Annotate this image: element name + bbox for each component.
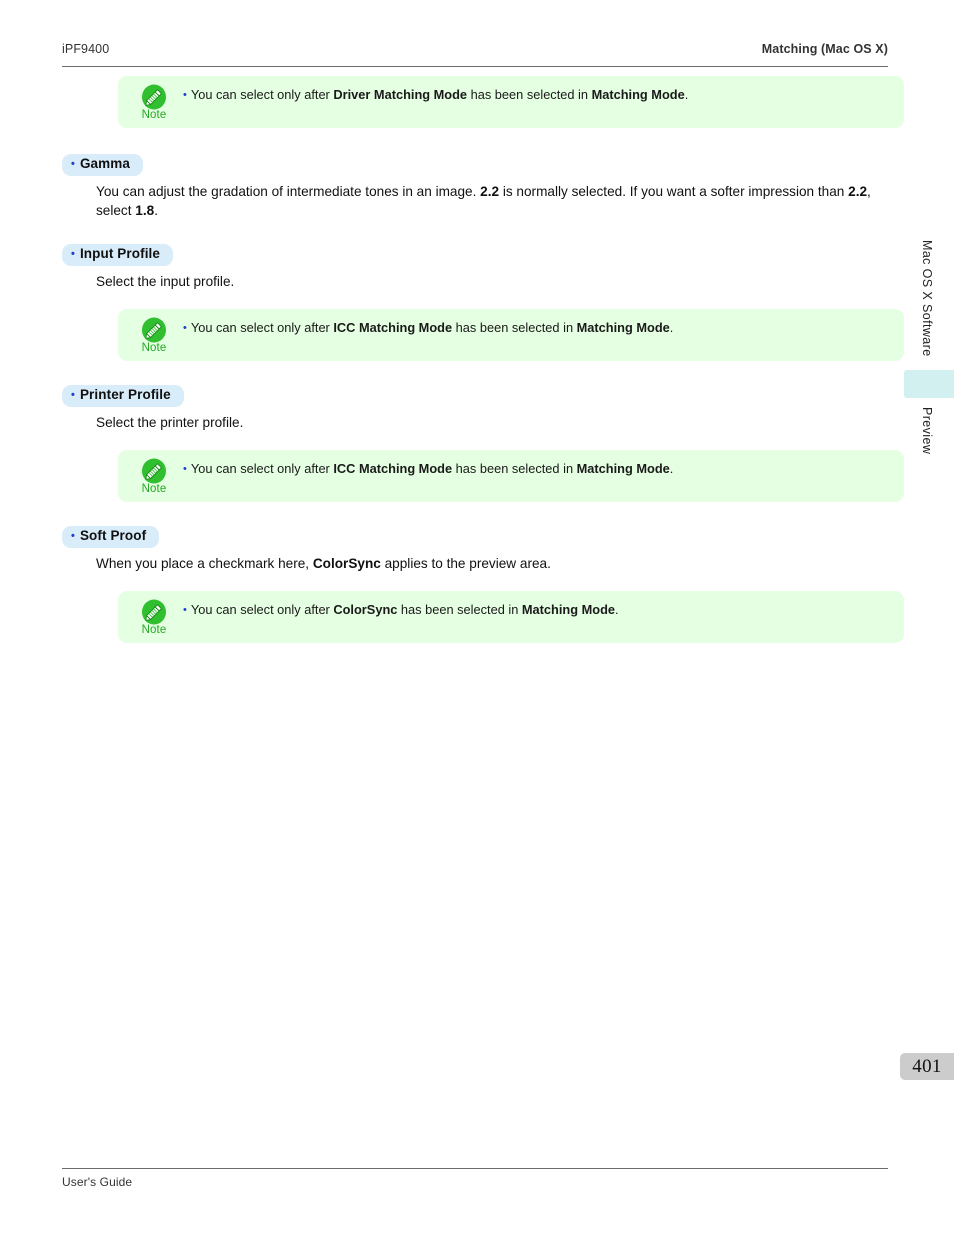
section-heading-label: Printer Profile bbox=[79, 387, 171, 402]
section-heading-label: Gamma bbox=[79, 156, 130, 171]
note-bullet-icon: • bbox=[183, 604, 187, 616]
section-heading-label: Soft Proof bbox=[79, 528, 147, 543]
note-text-part-3: . bbox=[669, 461, 674, 476]
note-text-bold-2: Matching Mode bbox=[591, 87, 685, 102]
heading-bullet-icon: • bbox=[71, 530, 75, 542]
note-text: • You can select only after ICC Matching … bbox=[183, 459, 894, 479]
body-text: . bbox=[154, 203, 158, 218]
section-body-text: When you place a checkmark here, ColorSy… bbox=[96, 554, 871, 573]
body-text: Select the input profile. bbox=[96, 274, 235, 289]
heading-bullet-icon: • bbox=[71, 158, 75, 170]
note-label: Note bbox=[141, 342, 167, 354]
document-page: iPF9400 Matching (Mac OS X) Note • You c… bbox=[0, 0, 954, 1235]
header-model-name: iPF9400 bbox=[62, 42, 110, 56]
section-body-text: Select the input profile. bbox=[96, 272, 871, 291]
doc-section: • Printer Profile Select the printer profi… bbox=[62, 385, 904, 502]
note-text-bold-2: Matching Mode bbox=[521, 602, 616, 617]
page-content: Note • You can select only after Driver M… bbox=[62, 76, 904, 643]
note-text-part-3: . bbox=[669, 320, 674, 335]
body-text: is normally selected. If you want a soft… bbox=[499, 184, 849, 199]
section-heading-label: Input Profile bbox=[79, 246, 160, 261]
doc-section: • Gamma You can adjust the gradation of in… bbox=[62, 154, 888, 220]
side-tab-bar: Mac OS X Software Preview bbox=[894, 0, 954, 1235]
note-label: Note bbox=[141, 109, 167, 121]
note-pencil-icon bbox=[142, 458, 166, 484]
emphasis-text: 1.8 bbox=[135, 203, 155, 218]
page-header: iPF9400 Matching (Mac OS X) bbox=[62, 42, 888, 64]
section-heading-input-profile: • Input Profile bbox=[62, 244, 173, 266]
note-text: • You can select only after ICC Matching … bbox=[183, 318, 894, 338]
footer-label: User's Guide bbox=[62, 1175, 133, 1189]
note-text-bold-1: ICC Matching Mode bbox=[333, 461, 453, 476]
section-heading-soft-proof: • Soft Proof bbox=[62, 526, 160, 548]
note-text-part-2: has been selected in bbox=[467, 87, 592, 102]
note-text-bold-2: Matching Mode bbox=[576, 320, 670, 335]
note-pencil-icon bbox=[142, 317, 166, 343]
note-text-part-2: has been selected in bbox=[452, 320, 577, 335]
note-label: Note bbox=[141, 624, 167, 636]
body-text: When you place a checkmark here, bbox=[96, 556, 313, 571]
emphasis-text: 2.2 bbox=[848, 184, 868, 199]
note-text-part-3: . bbox=[615, 602, 619, 617]
note-box-top: Note • You can select only after Driver M… bbox=[118, 76, 904, 128]
header-section-title: Matching (Mac OS X) bbox=[761, 42, 888, 56]
section-heading-printer-profile: • Printer Profile bbox=[62, 385, 184, 407]
note-text: • You can select only after Driver Matchi… bbox=[183, 85, 894, 105]
note-text-part-1: You can select only after bbox=[190, 320, 334, 335]
footer-divider bbox=[62, 1168, 888, 1169]
side-tab-highlight-preview[interactable] bbox=[904, 370, 954, 398]
body-text: Select the printer profile. bbox=[96, 415, 244, 430]
heading-bullet-icon: • bbox=[71, 248, 75, 260]
emphasis-text: 2.2 bbox=[480, 184, 500, 199]
doc-section: • Soft Proof When you place a checkmark he… bbox=[62, 526, 904, 643]
body-text: applies to the preview area. bbox=[380, 556, 551, 571]
note-icon-group: Note bbox=[135, 458, 173, 496]
emphasis-text: ColorSync bbox=[312, 556, 381, 571]
note-text-bold-1: ICC Matching Mode bbox=[333, 320, 453, 335]
section-heading-gamma: • Gamma bbox=[62, 154, 143, 176]
note-bullet-icon: • bbox=[183, 89, 187, 101]
note-box: Note • You can select only after ICC Match… bbox=[118, 450, 904, 502]
note-bullet-icon: • bbox=[183, 463, 187, 475]
heading-bullet-icon: • bbox=[71, 389, 75, 401]
section-body-text: You can adjust the gradation of intermed… bbox=[96, 182, 871, 220]
note-icon-group: Note bbox=[135, 84, 173, 122]
note-box: Note • You can select only after ICC Match… bbox=[118, 309, 904, 361]
note-text-part-1: You can select only after bbox=[190, 461, 334, 476]
note-text-bold-2: Matching Mode bbox=[576, 461, 670, 476]
note-text: • You can select only after ColorSync has… bbox=[183, 600, 894, 620]
note-box: Note • You can select only after ColorSync… bbox=[118, 591, 904, 643]
note-text-bold-1: Driver Matching Mode bbox=[333, 87, 468, 102]
note-bullet-icon: • bbox=[183, 322, 187, 334]
note-text-bold-1: ColorSync bbox=[333, 602, 398, 617]
header-divider bbox=[62, 66, 888, 67]
page-number-badge: 401 bbox=[900, 1053, 954, 1080]
note-text-part-3: . bbox=[684, 87, 689, 102]
section-body-text: Select the printer profile. bbox=[96, 413, 871, 432]
note-pencil-icon bbox=[142, 599, 166, 625]
note-pencil-icon bbox=[142, 84, 166, 110]
note-text-part-2: has been selected in bbox=[452, 461, 577, 476]
side-tab-label-mac-os-x-software[interactable]: Mac OS X Software bbox=[920, 240, 934, 357]
side-tab-label-preview[interactable]: Preview bbox=[920, 407, 934, 454]
note-text-part-1: You can select only after bbox=[190, 602, 334, 617]
body-text: You can adjust the gradation of intermed… bbox=[96, 184, 481, 199]
note-text-part-1: You can select only after bbox=[190, 87, 334, 102]
sections-container: • Gamma You can adjust the gradation of in… bbox=[62, 154, 904, 643]
note-icon-group: Note bbox=[135, 599, 173, 637]
doc-section: • Input Profile Select the input profile. … bbox=[62, 244, 904, 361]
note-icon-group: Note bbox=[135, 317, 173, 355]
note-text-part-2: has been selected in bbox=[397, 602, 522, 617]
note-label: Note bbox=[141, 483, 167, 495]
